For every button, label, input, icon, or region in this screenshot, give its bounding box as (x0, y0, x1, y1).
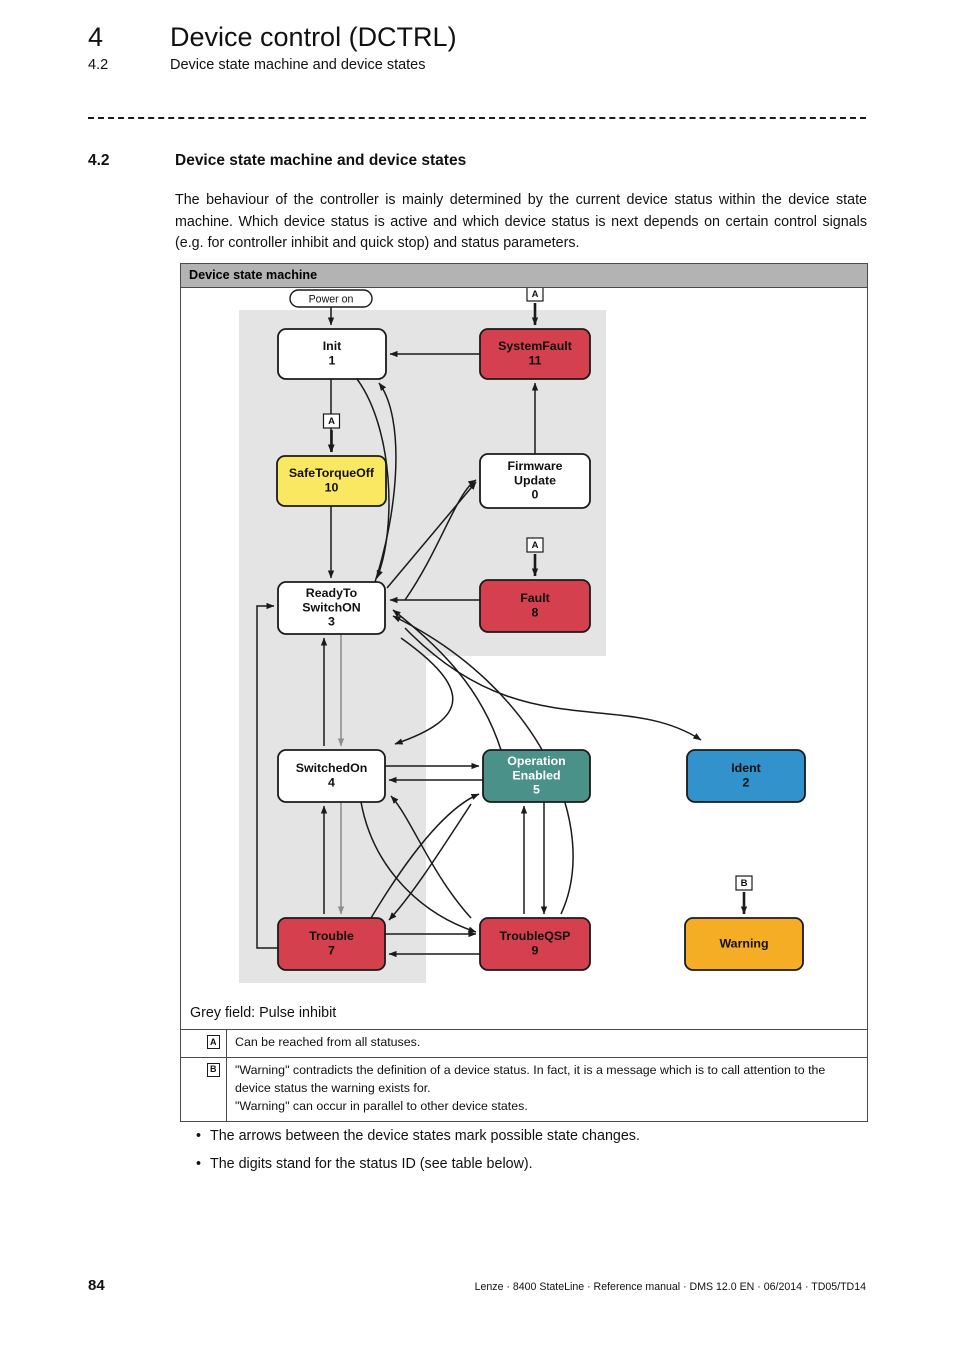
state-status-id: 8 (532, 605, 539, 619)
list-item: • The digits stand for the status ID (se… (196, 1156, 866, 1172)
state-node-init[interactable]: Init1 (277, 328, 387, 380)
state-label: SafeTorqueOff (289, 466, 375, 480)
legend-key-badge: B (206, 1062, 220, 1077)
header-section-title: Device state machine and device states (170, 57, 426, 73)
state-status-id: 7 (328, 943, 335, 957)
notes-list: • The arrows between the device states m… (196, 1128, 866, 1184)
state-node-troubleqsp[interactable]: TroubleQSP9 (479, 917, 591, 971)
power-on-label: Power on (309, 293, 354, 305)
state-label: Ident (731, 761, 761, 775)
state-status-id: 10 (325, 480, 339, 494)
grey-pulse-inhibit-field (239, 310, 606, 983)
marker-label: A (532, 289, 539, 300)
state-label: Fault (520, 591, 550, 605)
state-status-id: 4 (328, 775, 335, 789)
state-label: Firmware (507, 459, 562, 473)
section-number: 4.2 (88, 152, 110, 169)
state-node-readytoswitchon[interactable]: ReadyToSwitchON3 (277, 581, 386, 635)
chapter-title: Device control (DCTRL) (170, 22, 457, 52)
state-label: SwitchON (302, 600, 361, 614)
state-label: ReadyTo (306, 586, 358, 600)
state-status-id: 9 (532, 943, 539, 957)
running-header: 4 Device control (DCTRL) 4.2 Device stat… (88, 22, 878, 73)
legend-key-badge: A (206, 1035, 220, 1049)
state-node-systemfault[interactable]: A SystemFault11 (479, 288, 591, 380)
bullet-dot: • (196, 1156, 202, 1172)
grey-field-note: Grey field: Pulse inhibit (181, 998, 867, 1030)
state-label: Update (514, 473, 556, 487)
state-status-id: 1 (329, 353, 336, 367)
state-node-firmwareupdate[interactable]: FirmwareUpdate0 (479, 453, 591, 509)
state-node-ident[interactable]: Ident2 (686, 749, 806, 803)
header-divider (88, 117, 866, 119)
device-state-machine-figure: Device state machine Init 1 A SystemFault 11… (180, 263, 868, 1122)
legend-row: B "Warning" contradicts the definition of… (181, 1057, 867, 1121)
section-heading: 4.2 Device state machine and device stat… (88, 152, 878, 170)
state-node-operationenabled[interactable]: OperationEnabled5 (482, 749, 591, 803)
header-section-number: 4.2 (88, 57, 109, 73)
intro-paragraph: The behaviour of the controller is mainl… (175, 192, 867, 252)
legend-text: "Warning" contradicts the definition of … (235, 1062, 826, 1113)
legend-key-cell: B (181, 1057, 227, 1121)
state-node-switchedon[interactable]: SwitchedOn4 (277, 749, 386, 803)
document-page: 4 Device control (DCTRL) 4.2 Device stat… (0, 0, 954, 1350)
figure-caption: Device state machine (181, 264, 867, 288)
legend-key-cell: A (181, 1030, 227, 1057)
state-label: Operation (507, 754, 566, 768)
marker-label: A (532, 540, 539, 551)
note-text: The digits stand for the status ID (see … (210, 1156, 533, 1172)
state-status-id: 0 (532, 487, 539, 501)
state-status-id: 5 (533, 782, 540, 796)
note-text: The arrows between the device states mar… (210, 1128, 640, 1144)
list-item: • The arrows between the device states m… (196, 1128, 866, 1144)
marker-label: A (328, 416, 335, 427)
legend-text: Can be reached from all statuses. (235, 1035, 421, 1049)
figure-legend: A Can be reached from all statuses. B "Warn… (181, 1030, 867, 1121)
state-node-warning[interactable]: B Warning (684, 875, 804, 971)
page-number: 84 (88, 1277, 105, 1294)
state-status-id: 3 (328, 614, 335, 628)
state-label: TroubleQSP (500, 929, 571, 943)
section-title: Device state machine and device states (175, 152, 467, 169)
state-label: Init (323, 339, 342, 353)
chapter-number: 4 (88, 22, 104, 52)
state-diagram: Init1ASystemFault11ASafeTorqueOff10Firmw… (239, 288, 806, 983)
state-label: Trouble (309, 929, 354, 943)
bullet-dot: • (196, 1128, 202, 1144)
figure-body: Init 1 A SystemFault 11 A SafeTorqueOff 10 Firmw… (181, 288, 867, 998)
power-on-node[interactable]: Power on (289, 289, 373, 308)
state-label: Warning (719, 936, 768, 950)
state-label: SwitchedOn (296, 761, 368, 775)
state-node-trouble[interactable]: Trouble7 (277, 917, 386, 971)
state-status-id: 11 (528, 353, 541, 367)
legend-row: A Can be reached from all statuses. (181, 1030, 867, 1058)
state-status-id: 2 (743, 775, 750, 789)
state-label: Enabled (512, 768, 560, 782)
state-label: SystemFault (498, 339, 572, 353)
footer-imprint: Lenze · 8400 StateLine · Reference manua… (474, 1281, 866, 1293)
marker-label: B (741, 878, 748, 889)
